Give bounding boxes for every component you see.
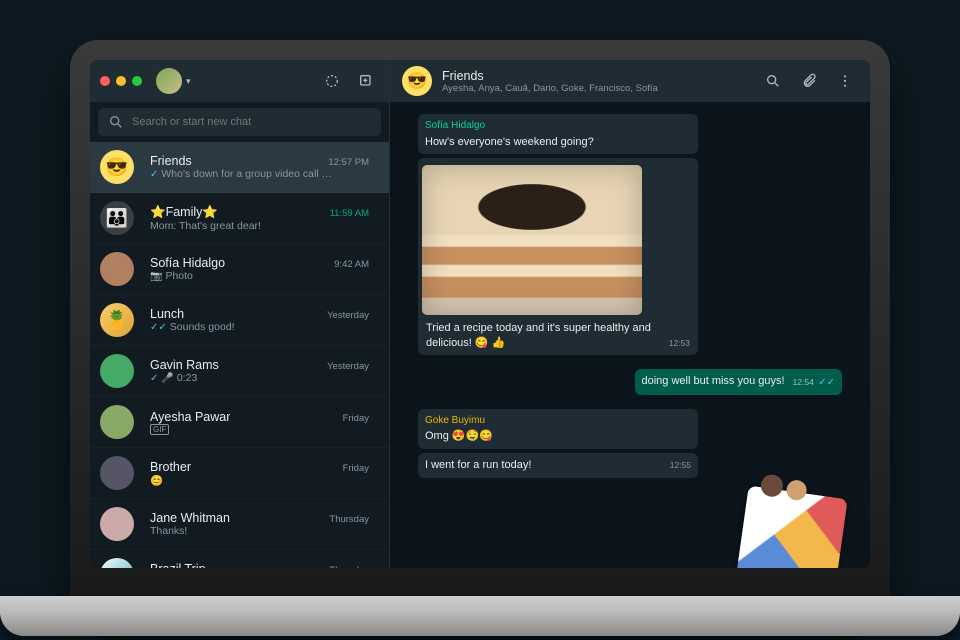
avatar <box>100 354 134 388</box>
chat-item-ayesha[interactable]: Ayesha Pawar Friday GIF <box>90 397 389 448</box>
message-time: 12:54 ✓✓ <box>793 376 835 390</box>
message-list: Sofía Hidalgo How's everyone's weekend g… <box>390 102 870 568</box>
avatar <box>100 456 134 490</box>
chat-name: Brazil Trip <box>150 562 206 568</box>
status-icon[interactable] <box>319 68 345 94</box>
avatar <box>100 507 134 541</box>
chat-item-brazil[interactable]: Brazil TripThursday 📷 Photo <box>90 550 389 568</box>
minimize-window-icon[interactable] <box>116 76 126 86</box>
chat-item-lunch[interactable]: 🍍 Lunch Yesterday ✓✓Sounds good! <box>90 295 389 346</box>
message-sender: Goke Buyimu <box>425 414 691 428</box>
maximize-window-icon[interactable] <box>132 76 142 86</box>
message-text: Omg 😍🤤😋 <box>425 430 493 442</box>
read-tick-icon: ✓✓ <box>818 377 835 388</box>
conversation-title: Friends <box>442 69 658 83</box>
chat-list: 😎 Friends 12:57 PM ✓Who's down for a grou… <box>90 142 389 568</box>
chat-item-gavin[interactable]: Gavin Rams Yesterday ✓🎤 0:23 <box>90 346 389 397</box>
menu-icon[interactable] <box>832 68 858 94</box>
message-sender: Sofía Hidalgo <box>425 119 691 133</box>
message-time: 12:53 <box>669 338 690 349</box>
conversation-members: Ayesha, Anya, Cauã, Dario, Goke, Francis… <box>442 83 658 94</box>
group-avatar[interactable]: 😎 <box>402 66 432 96</box>
message-in[interactable]: Sofía Hidalgo How's everyone's weekend g… <box>418 114 698 154</box>
chat-name: Ayesha Pawar <box>150 410 230 424</box>
conversation-header: 😎 Friends Ayesha, Anya, Cauã, Dario, Gok… <box>390 60 870 102</box>
chat-time: Yesterday <box>327 310 369 321</box>
sidebar: ▾ 😎 Friends 12:57 PM ✓Who's down for a gr… <box>90 60 390 568</box>
message-out[interactable]: doing well but miss you guys! 12:54 ✓✓ <box>635 369 843 395</box>
read-tick-icon: ✓ <box>150 169 158 180</box>
message-time: 12:55 <box>670 460 691 471</box>
chat-time: 12:57 PM <box>328 157 369 168</box>
close-window-icon[interactable] <box>100 76 110 86</box>
chat-time: Yesterday <box>327 361 369 372</box>
message-text: How's everyone's weekend going? <box>425 136 594 148</box>
chat-item-jane[interactable]: Jane Whitman Thursday Thanks! <box>90 499 389 550</box>
my-avatar[interactable] <box>156 68 182 94</box>
camera-icon: 📷 <box>150 271 162 282</box>
search-bar[interactable] <box>98 108 381 136</box>
chat-name: Lunch <box>150 307 184 321</box>
avatar: 🍍 <box>100 303 134 337</box>
avatar <box>100 252 134 286</box>
sidebar-header: ▾ <box>90 60 389 102</box>
laptop-frame: ▾ 😎 Friends 12:57 PM ✓Who's down for a gr… <box>70 40 890 600</box>
message-text: I went for a run today! <box>425 459 531 471</box>
avatar: 👪 <box>100 201 134 235</box>
chat-item-sofia[interactable]: Sofía Hidalgo 9:42 AM 📷 Photo <box>90 244 389 295</box>
avatar: 😎 <box>100 150 134 184</box>
message-text: Tried a recipe today and it's super heal… <box>426 322 651 349</box>
chat-item-friends[interactable]: 😎 Friends 12:57 PM ✓Who's down for a grou… <box>90 142 389 193</box>
chat-time: Friday <box>343 413 369 424</box>
avatar <box>100 558 134 568</box>
search-input[interactable] <box>132 116 371 128</box>
read-tick-icon: ✓✓ <box>150 322 167 333</box>
chat-preview: Mom: That's great dear! <box>150 220 369 232</box>
chat-preview: GIF <box>150 424 369 435</box>
chat-name: Jane Whitman <box>150 511 230 525</box>
window-controls[interactable] <box>100 76 142 86</box>
chat-preview: Thanks! <box>150 525 369 537</box>
chat-preview: ✓✓Sounds good! <box>150 321 369 333</box>
search-icon <box>108 114 124 130</box>
sticker[interactable] <box>736 485 848 568</box>
mic-icon: 🎤 <box>161 373 173 384</box>
chat-item-family[interactable]: 👪 ⭐Family⭐ 11:59 AM Mom: That's great dea… <box>90 193 389 244</box>
search-in-chat-icon[interactable] <box>760 68 786 94</box>
avatar <box>100 405 134 439</box>
chat-preview: ✓Who's down for a group video call … <box>150 168 369 180</box>
chat-time: 11:59 AM <box>330 208 369 219</box>
chat-time: Thursday <box>329 565 369 568</box>
message-text: doing well but miss you guys! <box>642 375 785 387</box>
chat-preview: 📷 Photo <box>150 270 369 282</box>
attach-icon[interactable] <box>796 68 822 94</box>
chat-time: Friday <box>343 463 369 474</box>
message-in[interactable]: I went for a run today! 12:55 <box>418 453 698 478</box>
gif-icon: GIF <box>150 424 169 435</box>
chat-name: Brother <box>150 460 191 474</box>
chat-name: ⭐Family⭐ <box>150 205 218 220</box>
chat-time: Thursday <box>329 514 369 525</box>
new-chat-icon[interactable] <box>353 68 379 94</box>
read-tick-icon: ✓ <box>150 373 158 384</box>
chevron-down-icon[interactable]: ▾ <box>186 76 191 87</box>
app-window: ▾ 😎 Friends 12:57 PM ✓Who's down for a gr… <box>90 60 870 568</box>
chat-preview: ✓🎤 0:23 <box>150 372 369 384</box>
photo-cake[interactable] <box>422 165 642 315</box>
message-in[interactable]: Goke Buyimu Omg 😍🤤😋 <box>418 409 698 449</box>
message-in-photo[interactable]: Tried a recipe today and it's super heal… <box>418 158 698 355</box>
chat-name: Gavin Rams <box>150 358 219 372</box>
conversation-panel: 😎 Friends Ayesha, Anya, Cauã, Dario, Gok… <box>390 60 870 568</box>
chat-name: Sofía Hidalgo <box>150 256 225 270</box>
chat-item-brother[interactable]: Brother Friday 😊 <box>90 448 389 499</box>
chat-preview: 😊 <box>150 474 369 487</box>
chat-name: Friends <box>150 154 192 168</box>
chat-time: 9:42 AM <box>334 259 369 270</box>
